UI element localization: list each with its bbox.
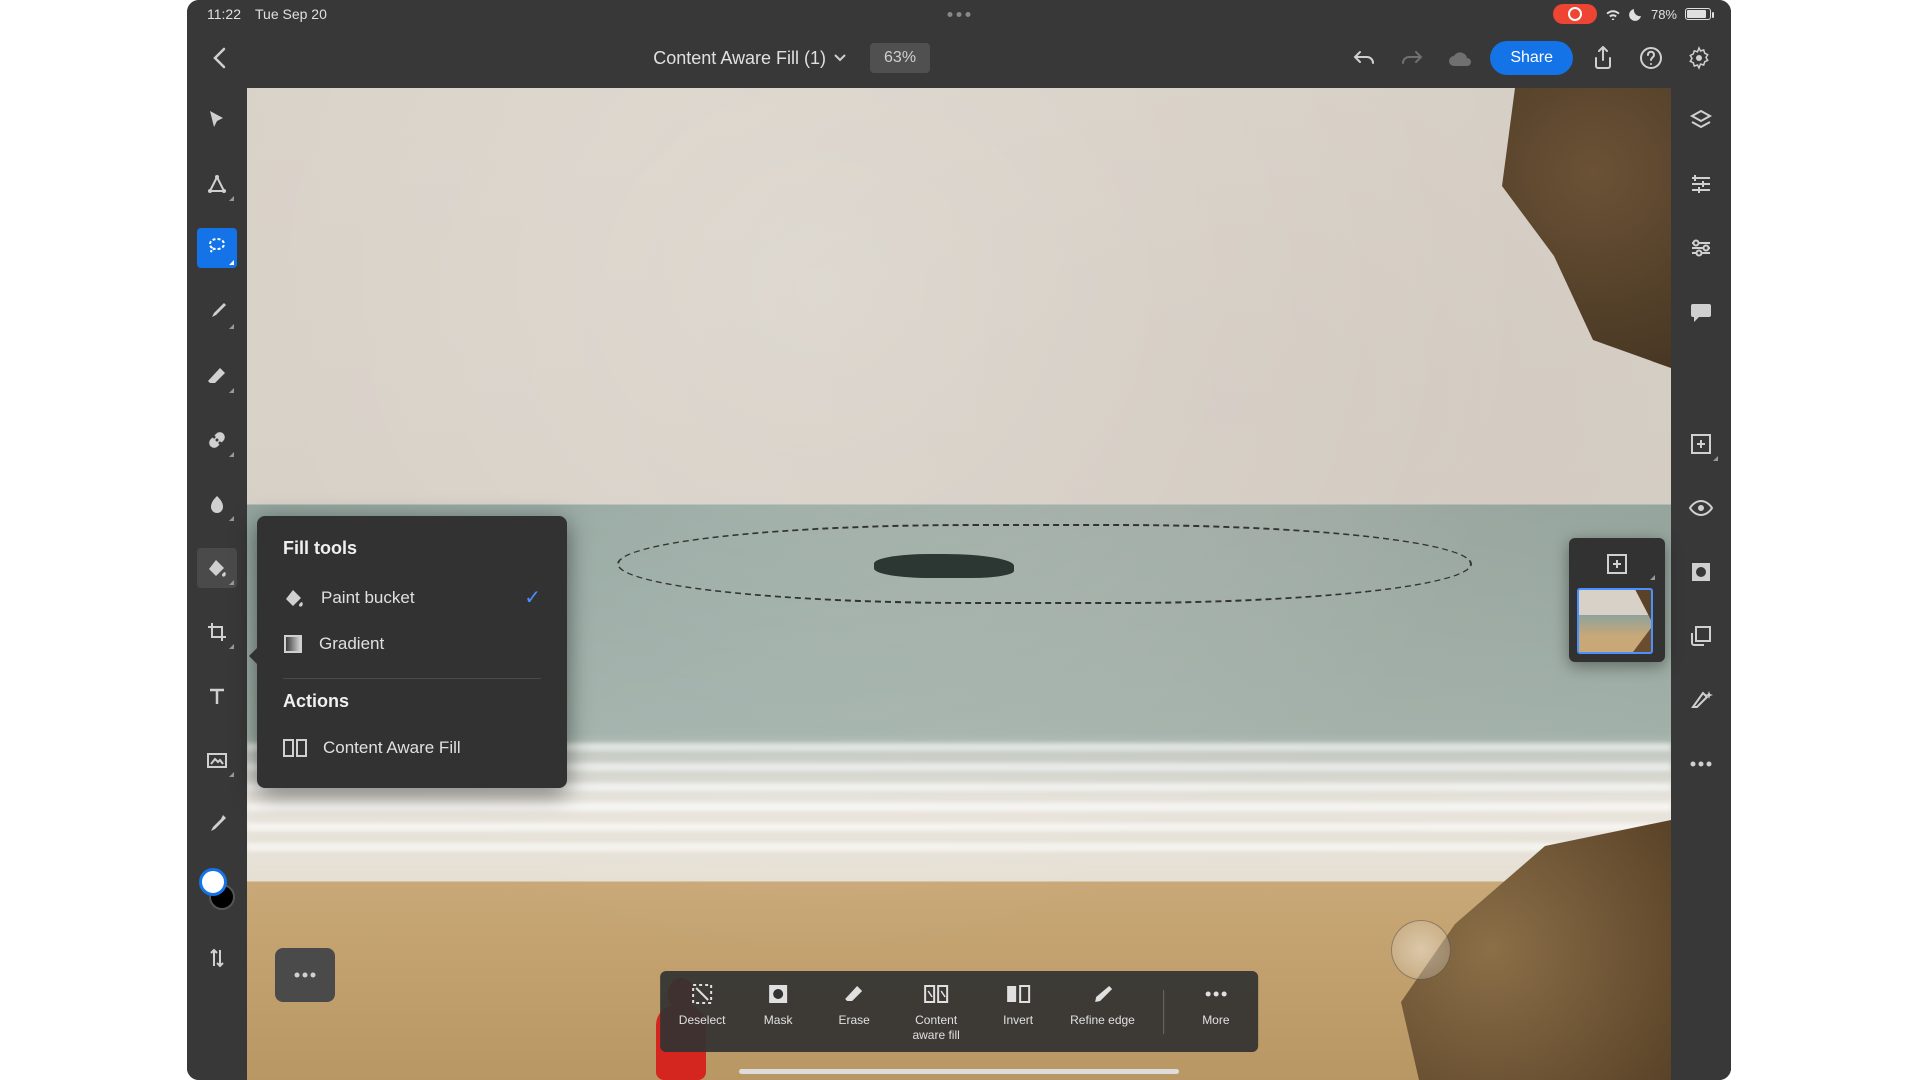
cloud-sync-icon[interactable]: [1442, 40, 1478, 76]
status-time: 11:22: [207, 6, 241, 22]
action-mask[interactable]: Mask: [754, 981, 802, 1027]
move-tool[interactable]: [197, 100, 237, 140]
back-button[interactable]: [201, 40, 237, 76]
eraser-tool[interactable]: [197, 356, 237, 396]
popover-item-gradient[interactable]: Gradient: [257, 622, 567, 666]
visibility-icon[interactable]: [1681, 488, 1721, 528]
selection-marquee: [617, 524, 1471, 604]
popover-item-paint-bucket[interactable]: Paint bucket ✓: [257, 573, 567, 622]
more-options-icon[interactable]: [1681, 744, 1721, 784]
layer-thumbnail[interactable]: [1577, 588, 1653, 654]
wifi-icon: [1605, 8, 1621, 20]
action-invert[interactable]: Invert: [994, 981, 1042, 1027]
transform-tool[interactable]: [197, 164, 237, 204]
popover-item-content-aware-fill[interactable]: Content Aware Fill: [257, 726, 567, 770]
action-more[interactable]: More: [1192, 981, 1240, 1027]
content-aware-fill-icon: [283, 738, 307, 758]
battery-icon: [1685, 8, 1711, 20]
action-refine-edge[interactable]: Refine edge: [1070, 981, 1135, 1027]
check-icon: ✓: [524, 585, 541, 610]
multitask-dots[interactable]: [948, 12, 971, 17]
touch-indicator: [1391, 920, 1451, 980]
zoom-level[interactable]: 63%: [870, 43, 930, 73]
undo-button[interactable]: [1346, 40, 1382, 76]
fill-tool[interactable]: [197, 548, 237, 588]
layers-icon[interactable]: [1681, 100, 1721, 140]
brush-tool[interactable]: [197, 292, 237, 332]
comments-icon[interactable]: [1681, 292, 1721, 332]
redo-button[interactable]: [1394, 40, 1430, 76]
crop-tool[interactable]: [197, 612, 237, 652]
editor-area: Deselect Mask Erase Content aware fill I…: [187, 88, 1731, 1080]
export-icon[interactable]: [1585, 40, 1621, 76]
layer-thumbnail-panel: [1569, 538, 1665, 662]
tool-options-more[interactable]: [275, 948, 335, 1002]
paint-bucket-icon: [283, 587, 305, 609]
battery-percent: 78%: [1651, 7, 1677, 22]
home-indicator[interactable]: [739, 1069, 1179, 1074]
popover-title-filltools: Fill tools: [257, 538, 567, 573]
help-icon[interactable]: [1633, 40, 1669, 76]
chevron-down-icon: [834, 54, 846, 62]
fill-tools-popover: Fill tools Paint bucket ✓ Gradient Actio…: [257, 516, 567, 788]
settings-icon[interactable]: [1681, 40, 1717, 76]
selection-action-bar: Deselect Mask Erase Content aware fill I…: [660, 971, 1258, 1052]
foreground-color-swatch[interactable]: [199, 868, 227, 896]
top-toolbar: Content Aware Fill (1) 63% Share: [187, 28, 1731, 88]
smudge-tool[interactable]: [197, 484, 237, 524]
action-deselect[interactable]: Deselect: [678, 981, 726, 1027]
document-title-dropdown[interactable]: Content Aware Fill (1): [653, 48, 846, 69]
action-content-aware-fill[interactable]: Content aware fill: [906, 981, 966, 1042]
gradient-icon: [283, 634, 303, 654]
dnd-moon-icon: [1629, 7, 1643, 21]
color-swatches[interactable]: [197, 868, 237, 914]
status-date: Tue Sep 20: [255, 6, 327, 22]
share-button[interactable]: Share: [1490, 41, 1573, 75]
clip-icon[interactable]: [1681, 616, 1721, 656]
adjustments-icon[interactable]: [1681, 228, 1721, 268]
action-erase[interactable]: Erase: [830, 981, 878, 1027]
left-toolbar: [187, 88, 247, 1080]
status-bar: 11:22 Tue Sep 20 78%: [187, 0, 1731, 28]
add-layer-button[interactable]: [1577, 546, 1657, 582]
lasso-select-tool[interactable]: [197, 228, 237, 268]
mask-icon[interactable]: [1681, 552, 1721, 592]
effects-icon[interactable]: [1681, 680, 1721, 720]
popover-title-actions: Actions: [257, 691, 567, 726]
right-toolbar: [1671, 88, 1731, 1080]
screen-record-indicator[interactable]: [1553, 4, 1597, 24]
layer-properties-icon[interactable]: [1681, 164, 1721, 204]
text-tool[interactable]: [197, 676, 237, 716]
heal-tool[interactable]: [197, 420, 237, 460]
place-photo-tool[interactable]: [197, 740, 237, 780]
app-window: 11:22 Tue Sep 20 78% Content Aware Fill …: [187, 0, 1731, 1080]
add-layer-icon[interactable]: [1681, 424, 1721, 464]
eyedropper-tool[interactable]: [197, 804, 237, 844]
swap-colors-icon[interactable]: [197, 938, 237, 978]
document-title: Content Aware Fill (1): [653, 48, 826, 69]
